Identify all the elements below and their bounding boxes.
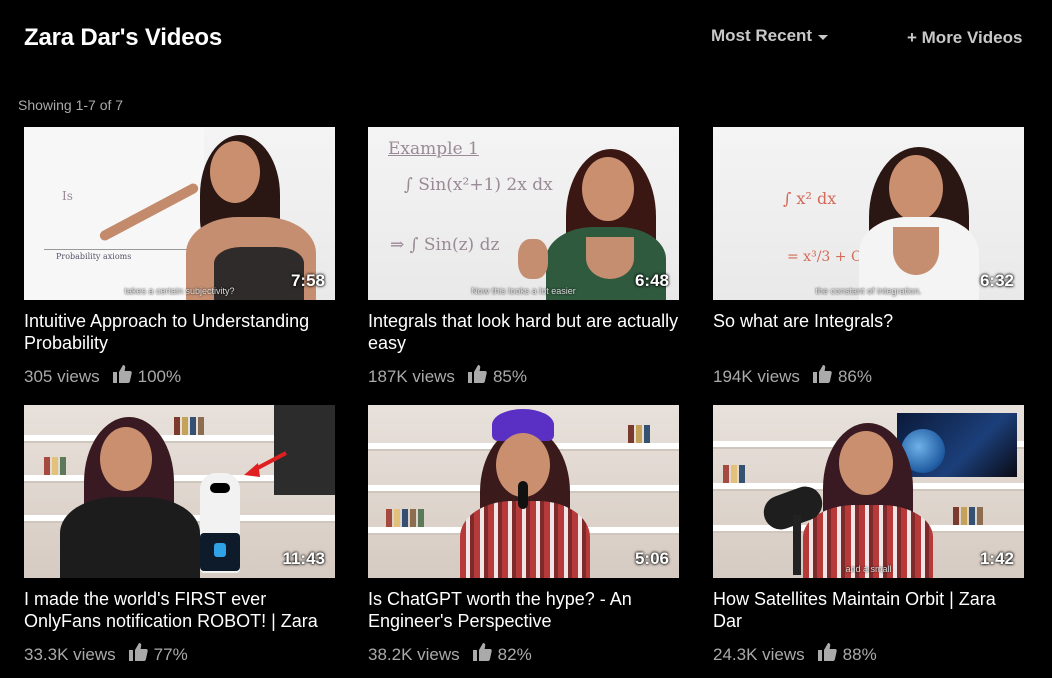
rating-percent: 82% <box>497 644 532 664</box>
video-title[interactable]: I made the world's FIRST ever OnlyFans n… <box>24 588 335 632</box>
arrow-icon <box>244 451 287 477</box>
video-thumbnail[interactable]: 5:06 <box>368 405 679 578</box>
board-integral: ∫ Sin(x²+1) 2x dx <box>404 175 553 195</box>
video-card[interactable]: 11:43 I made the world's FIRST ever Only… <box>24 405 335 667</box>
board-result: = x³/3 + C <box>787 249 862 265</box>
video-thumbnail[interactable]: ∫ x² dx = x³/3 + C the constant of integ… <box>713 127 1024 300</box>
rating-percent: 88% <box>842 644 877 664</box>
video-card[interactable]: Is Probability axioms takes a certain su… <box>24 127 335 389</box>
sort-dropdown[interactable]: Most Recent <box>711 26 829 46</box>
duration-badge: 1:42 <box>979 549 1014 568</box>
rating-percent: 77% <box>153 644 188 664</box>
board-integral: ∫ x² dx <box>783 189 837 208</box>
view-count: 187K views <box>368 366 455 386</box>
results-count: Showing 1-7 of 7 <box>18 97 124 113</box>
video-title[interactable]: How Satellites Maintain Orbit | Zara Dar <box>713 588 1024 632</box>
video-title[interactable]: Integrals that look hard but are actuall… <box>368 310 679 354</box>
subtitle-caption: and a small <box>845 564 892 574</box>
duration-badge: 11:43 <box>282 549 325 568</box>
video-card[interactable]: and a small 1:42 How Satellites Maintain… <box>713 405 1024 667</box>
more-videos-link[interactable]: + More Videos <box>907 28 1022 48</box>
view-count: 38.2K views <box>368 644 460 664</box>
video-title[interactable]: Intuitive Approach to Understanding Prob… <box>24 310 335 354</box>
view-count: 305 views <box>24 366 100 386</box>
video-thumbnail[interactable]: Is Probability axioms takes a certain su… <box>24 127 335 300</box>
thumbs-up-icon <box>467 364 487 389</box>
video-card[interactable]: 5:06 Is ChatGPT worth the hype? - An Eng… <box>368 405 679 667</box>
rating-percent: 100% <box>137 366 182 386</box>
thumbs-up-icon <box>812 364 832 389</box>
view-count: 194K views <box>713 366 800 386</box>
video-thumbnail[interactable]: 11:43 <box>24 405 335 578</box>
board-heading: Example 1 <box>388 139 479 159</box>
subtitle-caption: Now this looks a lot easier <box>471 286 576 296</box>
page-title: Zara Dar's Videos <box>24 24 222 51</box>
subtitle-caption: takes a certain subjectivity? <box>124 286 235 296</box>
duration-badge: 6:48 <box>634 271 669 290</box>
rating-percent: 86% <box>837 366 872 386</box>
view-count: 33.3K views <box>24 644 116 664</box>
sort-label: Most Recent <box>711 26 813 45</box>
video-title[interactable]: Is ChatGPT worth the hype? - An Engineer… <box>368 588 679 632</box>
board-notes: Probability axioms <box>56 252 132 261</box>
thumbs-up-icon <box>112 364 132 389</box>
board-text: Is <box>62 189 73 203</box>
rating-percent: 85% <box>492 366 527 386</box>
video-title[interactable]: So what are Integrals? <box>713 310 1024 354</box>
video-thumbnail[interactable]: and a small 1:42 <box>713 405 1024 578</box>
duration-badge: 7:58 <box>290 271 325 290</box>
video-thumbnail[interactable]: Example 1 ∫ Sin(x²+1) 2x dx ⇒ ∫ Sin(z) d… <box>368 127 679 300</box>
thumbs-up-icon <box>472 642 492 667</box>
board-result: ⇒ ∫ Sin(z) dz <box>390 235 500 255</box>
view-count: 24.3K views <box>713 644 805 664</box>
chevron-down-icon <box>818 34 829 40</box>
duration-badge: 6:32 <box>979 271 1014 290</box>
thumbs-up-icon <box>817 642 837 667</box>
video-card[interactable]: ∫ x² dx = x³/3 + C the constant of integ… <box>713 127 1024 389</box>
thumbs-up-icon <box>128 642 148 667</box>
subtitle-caption: the constant of integration. <box>815 286 922 296</box>
duration-badge: 5:06 <box>634 549 669 568</box>
video-card[interactable]: Example 1 ∫ Sin(x²+1) 2x dx ⇒ ∫ Sin(z) d… <box>368 127 679 389</box>
